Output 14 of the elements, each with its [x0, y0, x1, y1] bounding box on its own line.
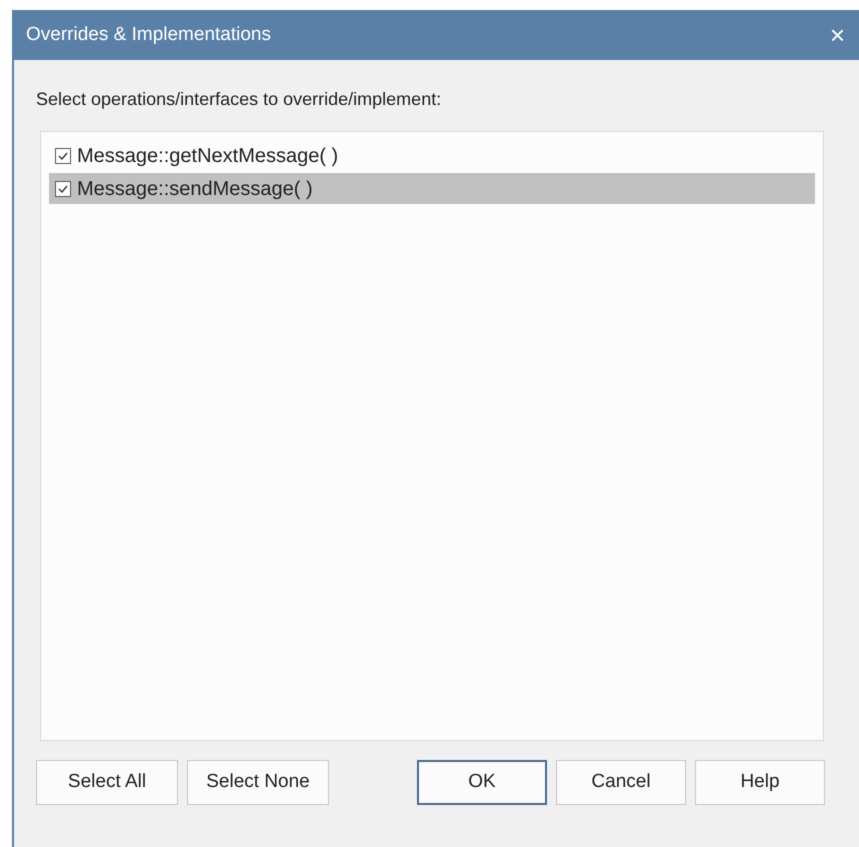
list-item[interactable]: Message::sendMessage( )	[49, 173, 815, 204]
close-button[interactable]: ×	[830, 22, 845, 48]
dialog-button[interactable]: OK	[417, 760, 547, 805]
dialog-button[interactable]: Help	[695, 760, 825, 805]
dialog-button[interactable]: Cancel	[556, 760, 686, 805]
item-label: Message::getNextMessage( )	[77, 144, 338, 168]
item-label: Message::sendMessage( )	[77, 176, 313, 202]
list-item[interactable]: Message::getNextMessage( )	[49, 140, 815, 171]
dialog-button[interactable]: Select All	[36, 760, 178, 805]
checkbox[interactable]	[55, 148, 71, 164]
dialog-button[interactable]: Select None	[187, 760, 329, 805]
window-title: Overrides & Implementations	[26, 22, 271, 47]
checkbox[interactable]	[55, 180, 71, 196]
prompt-text: Select operations/interfaces to override/implement:	[36, 89, 442, 109]
